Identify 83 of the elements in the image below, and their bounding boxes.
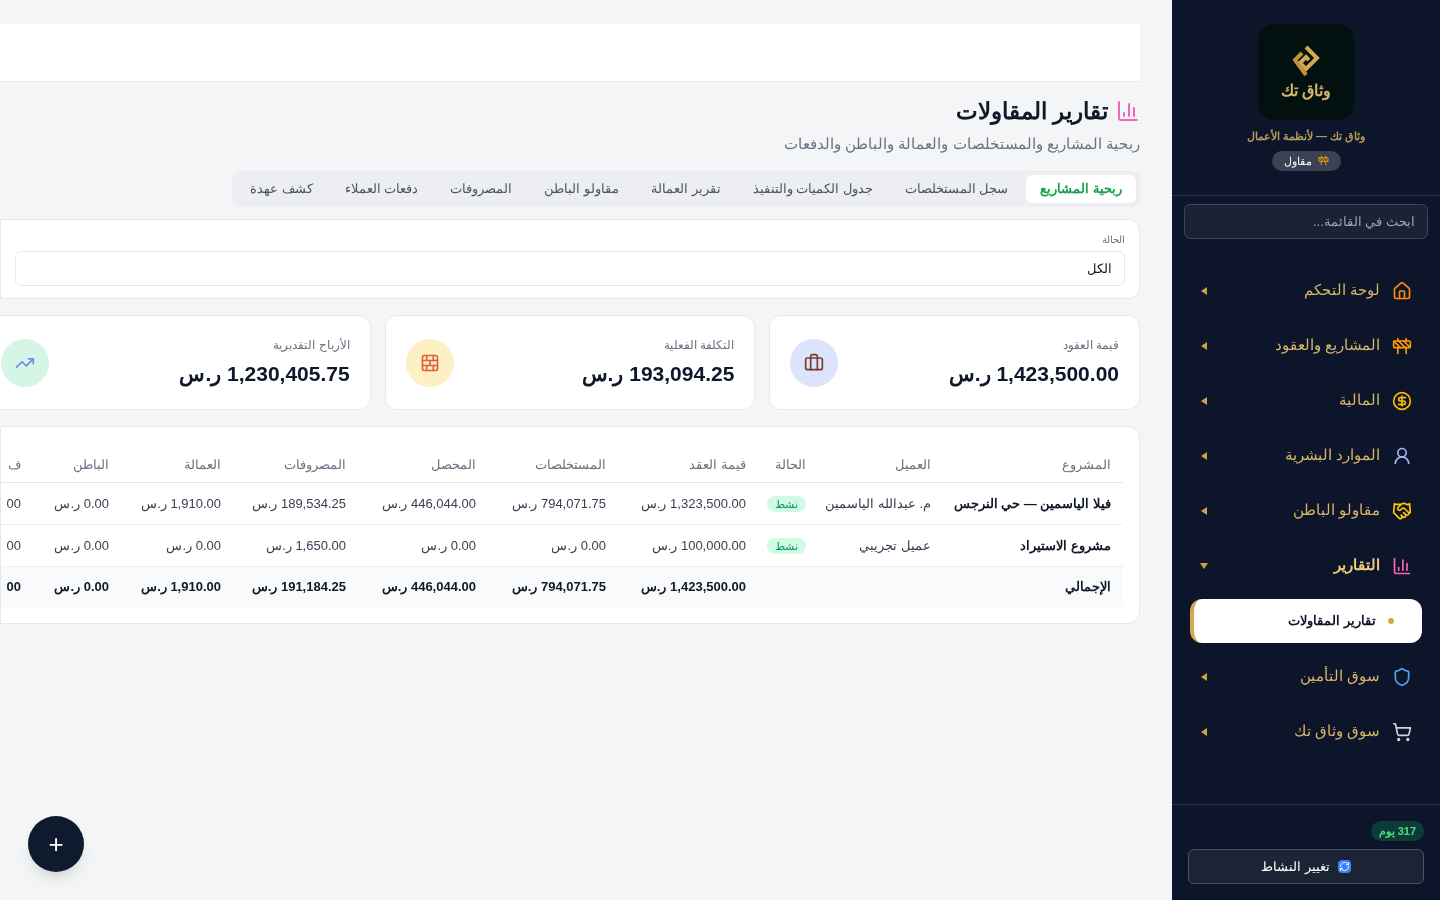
table-cell: 794,071.75 ر.س [511, 495, 606, 511]
table-cell: 0.00 ر.س [551, 537, 606, 553]
handshake-icon [1392, 500, 1412, 521]
column-header: العمالة [183, 455, 222, 474]
role-label: مقاول [1283, 153, 1312, 169]
stat-value: 1,423,500.00 ر.س [948, 360, 1119, 389]
total-cell: 1,423,500.00 ر.س [640, 579, 746, 595]
add-button[interactable]: + [28, 816, 84, 872]
column-header: المستخلصات [534, 455, 607, 474]
page-subtitle: ربحية المشاريع والمستخلصات والعمالة والباطن والدفعات [783, 133, 1140, 155]
refresh-icon [1337, 860, 1351, 873]
table-cell: م. عبدالله الياسمين [825, 495, 931, 511]
stat-label: الأرباح التقديرية [272, 336, 350, 354]
table-cell: 00 [6, 495, 21, 511]
sidebar-item[interactable]: المالية [1172, 373, 1440, 428]
sidebar-item[interactable]: التقارير [1172, 538, 1440, 593]
tab[interactable]: دفعات العملاء [330, 175, 433, 203]
tab[interactable]: المصروفات [436, 175, 527, 203]
cart-icon [1392, 721, 1412, 742]
total-cell: 191,184.25 ر.س [251, 579, 346, 595]
stat-label: التكلفة الفعلية [663, 336, 735, 354]
person-icon [1392, 445, 1412, 466]
total-cell: 0.00 ر.س [54, 579, 109, 595]
column-header: الحالة [774, 455, 807, 474]
status-badge: نشط [767, 495, 806, 512]
bar-chart-icon [1116, 99, 1140, 124]
column-header: الباطن [72, 455, 110, 475]
tab[interactable]: سجل المستخلصات [890, 175, 1023, 203]
days-badge: 317 يوم [1370, 820, 1424, 841]
filter-label: الحالة [1101, 233, 1125, 247]
table-cell: 189,534.25 ر.س [251, 495, 346, 511]
table-cell: 446,044.00 ر.س [381, 495, 476, 511]
house-icon [1392, 280, 1412, 301]
money-bag-icon [1392, 390, 1412, 411]
table-cell: 1,650.00 ر.س [266, 537, 346, 553]
briefcase-icon [804, 352, 825, 373]
column-header: المشروع [1061, 455, 1112, 475]
sidebar-item[interactable]: سوق وثاق تك [1172, 704, 1440, 759]
stat-value: 1,230,405.75 ر.س [179, 360, 350, 389]
page-title: تقارير المقاولات [955, 97, 1108, 127]
table-cell: 00 [6, 537, 21, 553]
column-header: المصروفات [283, 455, 347, 475]
sidebar-item[interactable]: مقاولو الباطن [1172, 483, 1440, 538]
total-cell: 00 [6, 579, 21, 595]
column-header: ف [7, 455, 22, 474]
sidebar-subitem[interactable]: تقارير المقاولات [1190, 599, 1422, 643]
tab[interactable]: جدول الكميات والتنفيذ [738, 175, 887, 203]
tab[interactable]: مقاولو الباطن [530, 175, 633, 203]
total-cell: 794,071.75 ر.س [511, 579, 606, 595]
column-header: قيمة العقد [688, 455, 747, 474]
bar-chart-icon [1392, 555, 1412, 576]
column-header: المحصل [430, 455, 477, 474]
bullet-icon [1388, 618, 1394, 624]
total-cell: 1,910.00 ر.س [141, 579, 221, 595]
sidebar-item[interactable]: لوحة التحكم [1172, 263, 1440, 318]
table-cell: 1,910.00 ر.س [141, 495, 221, 511]
sidebar-item[interactable]: سوق التأمين [1172, 649, 1440, 704]
switch-activity-button[interactable]: تغيير النشاط [1188, 849, 1424, 884]
tab[interactable]: تقرير العمالة [636, 175, 735, 203]
table-cell: 0.00 ر.س [54, 495, 109, 511]
shield-icon [1392, 666, 1412, 687]
stat-value: 193,094.25 ر.س [581, 360, 735, 389]
status-select[interactable]: الكل [15, 251, 1125, 286]
search-field[interactable]: ابحث في القائمة... [1184, 204, 1428, 239]
total-cell: 446,044.00 ر.س [381, 579, 476, 595]
table-cell: 1,323,500.00 ر.س [640, 495, 746, 511]
table-cell: مشروع الاستيراد [1020, 537, 1111, 553]
column-header: العميل [894, 455, 932, 474]
bricks-icon [419, 352, 440, 373]
sidebar-item[interactable]: الموارد البشرية [1172, 428, 1440, 483]
table-cell: فيلا الياسمين — حي النرجس [953, 495, 1111, 511]
stat-label: قيمة العقود [1061, 336, 1119, 354]
table-cell: 0.00 ر.س [421, 537, 476, 553]
table-cell: عميل تجريبي [859, 537, 931, 553]
tagline: وثاق تك — لأنظمة الأعمال [1246, 128, 1366, 145]
table-cell: 100,000.00 ر.س [651, 537, 746, 553]
total-cell: الإجمالي [1065, 579, 1111, 595]
table-cell: 0.00 ر.س [166, 537, 221, 553]
table-cell: 0.00 ر.س [54, 537, 109, 553]
status-badge: نشط [767, 537, 806, 554]
tab[interactable]: كشف عهدة [236, 175, 327, 203]
sidebar-item[interactable]: المشاريع والعقود [1172, 318, 1440, 373]
logo-text: وثاق تك [1280, 83, 1332, 99]
